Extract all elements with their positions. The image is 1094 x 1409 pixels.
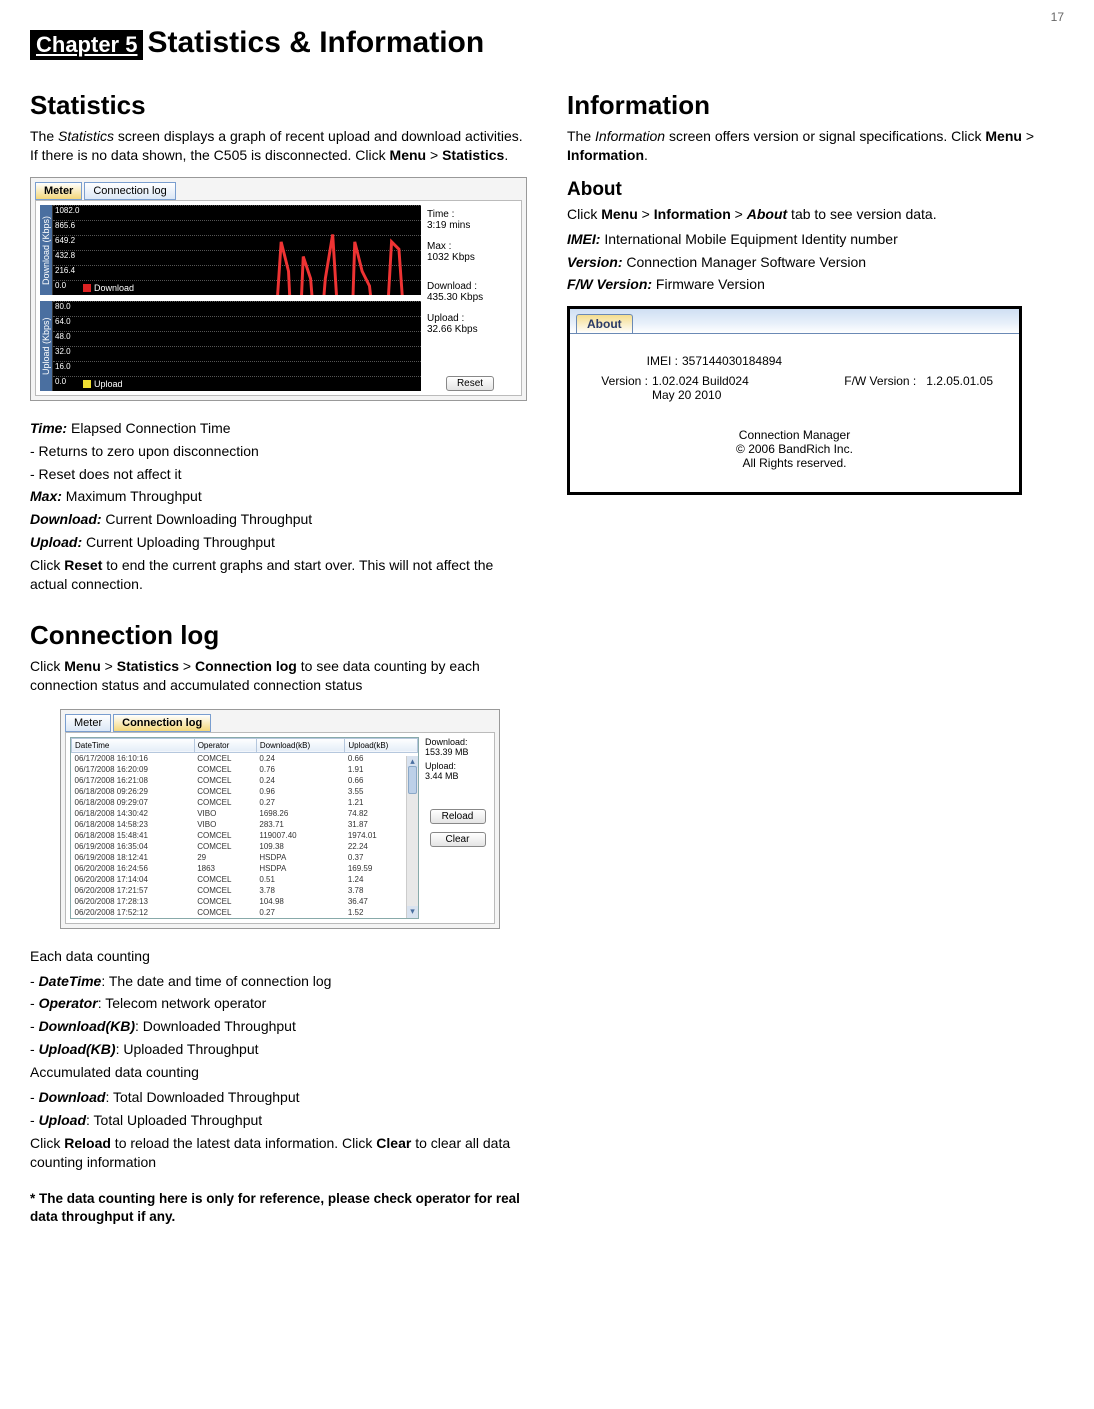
about-version-value: 1.02.024 Build024: [652, 374, 749, 388]
meter-side-panel: Time :3:19 mins Max :1032 Kbps Download …: [427, 205, 517, 391]
table-row[interactable]: 06/18/2008 14:30:42VIBO1698.2674.82: [72, 808, 418, 819]
scroll-down-icon[interactable]: ▾: [407, 906, 418, 918]
about-copyright: Connection Manager © 2006 BandRich Inc. …: [596, 428, 993, 470]
def-upload: Upload: Current Uploading Throughput: [30, 533, 527, 552]
upload-legend: Upload: [83, 379, 123, 389]
statistics-heading: Statistics: [30, 90, 527, 121]
connlog-screenshot: Meter Connection log DateTimeOperatorDow…: [60, 709, 500, 929]
page-number: 17: [30, 10, 1064, 24]
about-heading: About: [567, 179, 1064, 201]
log-table-header[interactable]: Operator: [194, 738, 256, 752]
footnote: * The data counting here is only for ref…: [30, 1190, 527, 1226]
about-screenshot: About IMEI : 357144030184894 Version : 1…: [567, 306, 1022, 495]
tab-about[interactable]: About: [576, 314, 633, 333]
clear-button[interactable]: Clear: [430, 832, 486, 847]
about-version-date: May 20 2010: [652, 388, 721, 402]
about-imei-def: IMEI: International Mobile Equipment Ide…: [567, 230, 1064, 249]
tab-connection-log-2[interactable]: Connection log: [113, 714, 211, 732]
upload-axis-label: Upload (Kbps): [40, 301, 52, 391]
table-row[interactable]: 06/18/2008 14:58:23VIBO283.7131.87: [72, 819, 418, 830]
connlog-heading: Connection log: [30, 620, 527, 651]
def-download: Download: Current Downloading Throughput: [30, 510, 527, 529]
scroll-thumb[interactable]: [408, 766, 417, 794]
about-intro: Click Menu > Information > About tab to …: [567, 205, 1064, 224]
table-row[interactable]: 06/20/2008 16:24:561863HSDPA169.59: [72, 863, 418, 874]
def-time: Time: Elapsed Connection Time: [30, 419, 527, 438]
each-data-counting: Each data counting: [30, 947, 527, 966]
reset-button[interactable]: Reset: [446, 376, 494, 391]
download-chart: Download (Kbps) 1082.0865.6649.2432.8216…: [40, 205, 421, 295]
tab-meter-2[interactable]: Meter: [65, 714, 111, 732]
log-table-wrapper: DateTimeOperatorDownload(kB)Upload(kB) 0…: [70, 737, 419, 919]
log-side-panel: Download: 153.39 MB Upload: 3.44 MB Relo…: [425, 737, 490, 919]
table-row[interactable]: 06/18/2008 09:26:29COMCEL0.963.55: [72, 786, 418, 797]
table-row[interactable]: 06/19/2008 18:12:4129HSDPA0.37: [72, 852, 418, 863]
tab-meter[interactable]: Meter: [35, 182, 82, 200]
table-row[interactable]: 06/20/2008 17:14:04COMCEL0.511.24: [72, 874, 418, 885]
log-scrollbar[interactable]: ▴ ▾: [406, 756, 418, 918]
chapter-title: Statistics & Information: [147, 26, 484, 60]
table-row[interactable]: 06/20/2008 17:21:57COMCEL3.783.78: [72, 885, 418, 896]
table-row[interactable]: 06/19/2008 16:35:04COMCEL109.3822.24: [72, 841, 418, 852]
reload-clear-note: Click Reload to reload the latest data i…: [30, 1134, 527, 1172]
reset-note: Click Reset to end the current graphs an…: [30, 556, 527, 594]
log-table-header[interactable]: DateTime: [72, 738, 195, 752]
reload-button[interactable]: Reload: [430, 809, 486, 824]
table-row[interactable]: 06/17/2008 16:21:08COMCEL0.240.66: [72, 775, 418, 786]
table-row[interactable]: 06/17/2008 16:20:09COMCEL0.761.91: [72, 764, 418, 775]
log-table: DateTimeOperatorDownload(kB)Upload(kB) 0…: [71, 738, 418, 918]
table-row[interactable]: 06/18/2008 09:29:07COMCEL0.271.21: [72, 797, 418, 808]
tab-connection-log[interactable]: Connection log: [84, 182, 175, 200]
statistics-intro: The Statistics screen displays a graph o…: [30, 127, 527, 165]
about-version-label: Version :: [596, 374, 652, 402]
acc-data-counting: Accumulated data counting: [30, 1063, 527, 1082]
download-legend: Download: [83, 283, 134, 293]
about-fw-label: F/W Version :: [844, 374, 916, 388]
table-row[interactable]: 06/20/2008 17:28:13COMCEL104.9836.47: [72, 896, 418, 907]
information-heading: Information: [567, 90, 1064, 121]
def-time-sub2: - Reset does not affect it: [30, 465, 527, 484]
chapter-tag: Chapter 5: [30, 30, 143, 60]
upload-chart: Upload (Kbps) 80.064.048.032.016.00.0 Up…: [40, 301, 421, 391]
def-time-sub1: - Returns to zero upon disconnection: [30, 442, 527, 461]
about-ver-def: Version: Connection Manager Software Ver…: [567, 253, 1064, 272]
information-intro: The Information screen offers version or…: [567, 127, 1064, 165]
connlog-tabs: Meter Connection log: [65, 714, 495, 732]
meter-screenshot: Meter Connection log Download (Kbps) 108…: [30, 177, 527, 401]
log-table-header[interactable]: Download(kB): [256, 738, 344, 752]
table-row[interactable]: 06/20/2008 17:52:12COMCEL0.271.52: [72, 907, 418, 918]
download-axis-label: Download (Kbps): [40, 205, 52, 295]
def-max: Max: Maximum Throughput: [30, 487, 527, 506]
about-tabbar: About: [570, 309, 1019, 333]
meter-tabs: Meter Connection log: [35, 182, 522, 200]
table-row[interactable]: 06/18/2008 15:48:41COMCEL119007.401974.0…: [72, 830, 418, 841]
about-fw-value: 1.2.05.01.05: [926, 374, 993, 388]
chapter-header: Chapter 5 Statistics & Information: [30, 26, 1064, 60]
table-row[interactable]: 06/17/2008 16:10:16COMCEL0.240.66: [72, 752, 418, 764]
about-fw-def: F/W Version: Firmware Version: [567, 275, 1064, 294]
about-imei-label: IMEI :: [626, 354, 682, 368]
connlog-intro: Click Menu > Statistics > Connection log…: [30, 657, 527, 695]
log-table-header[interactable]: Upload(kB): [345, 738, 418, 752]
about-imei-value: 357144030184894: [682, 354, 782, 368]
